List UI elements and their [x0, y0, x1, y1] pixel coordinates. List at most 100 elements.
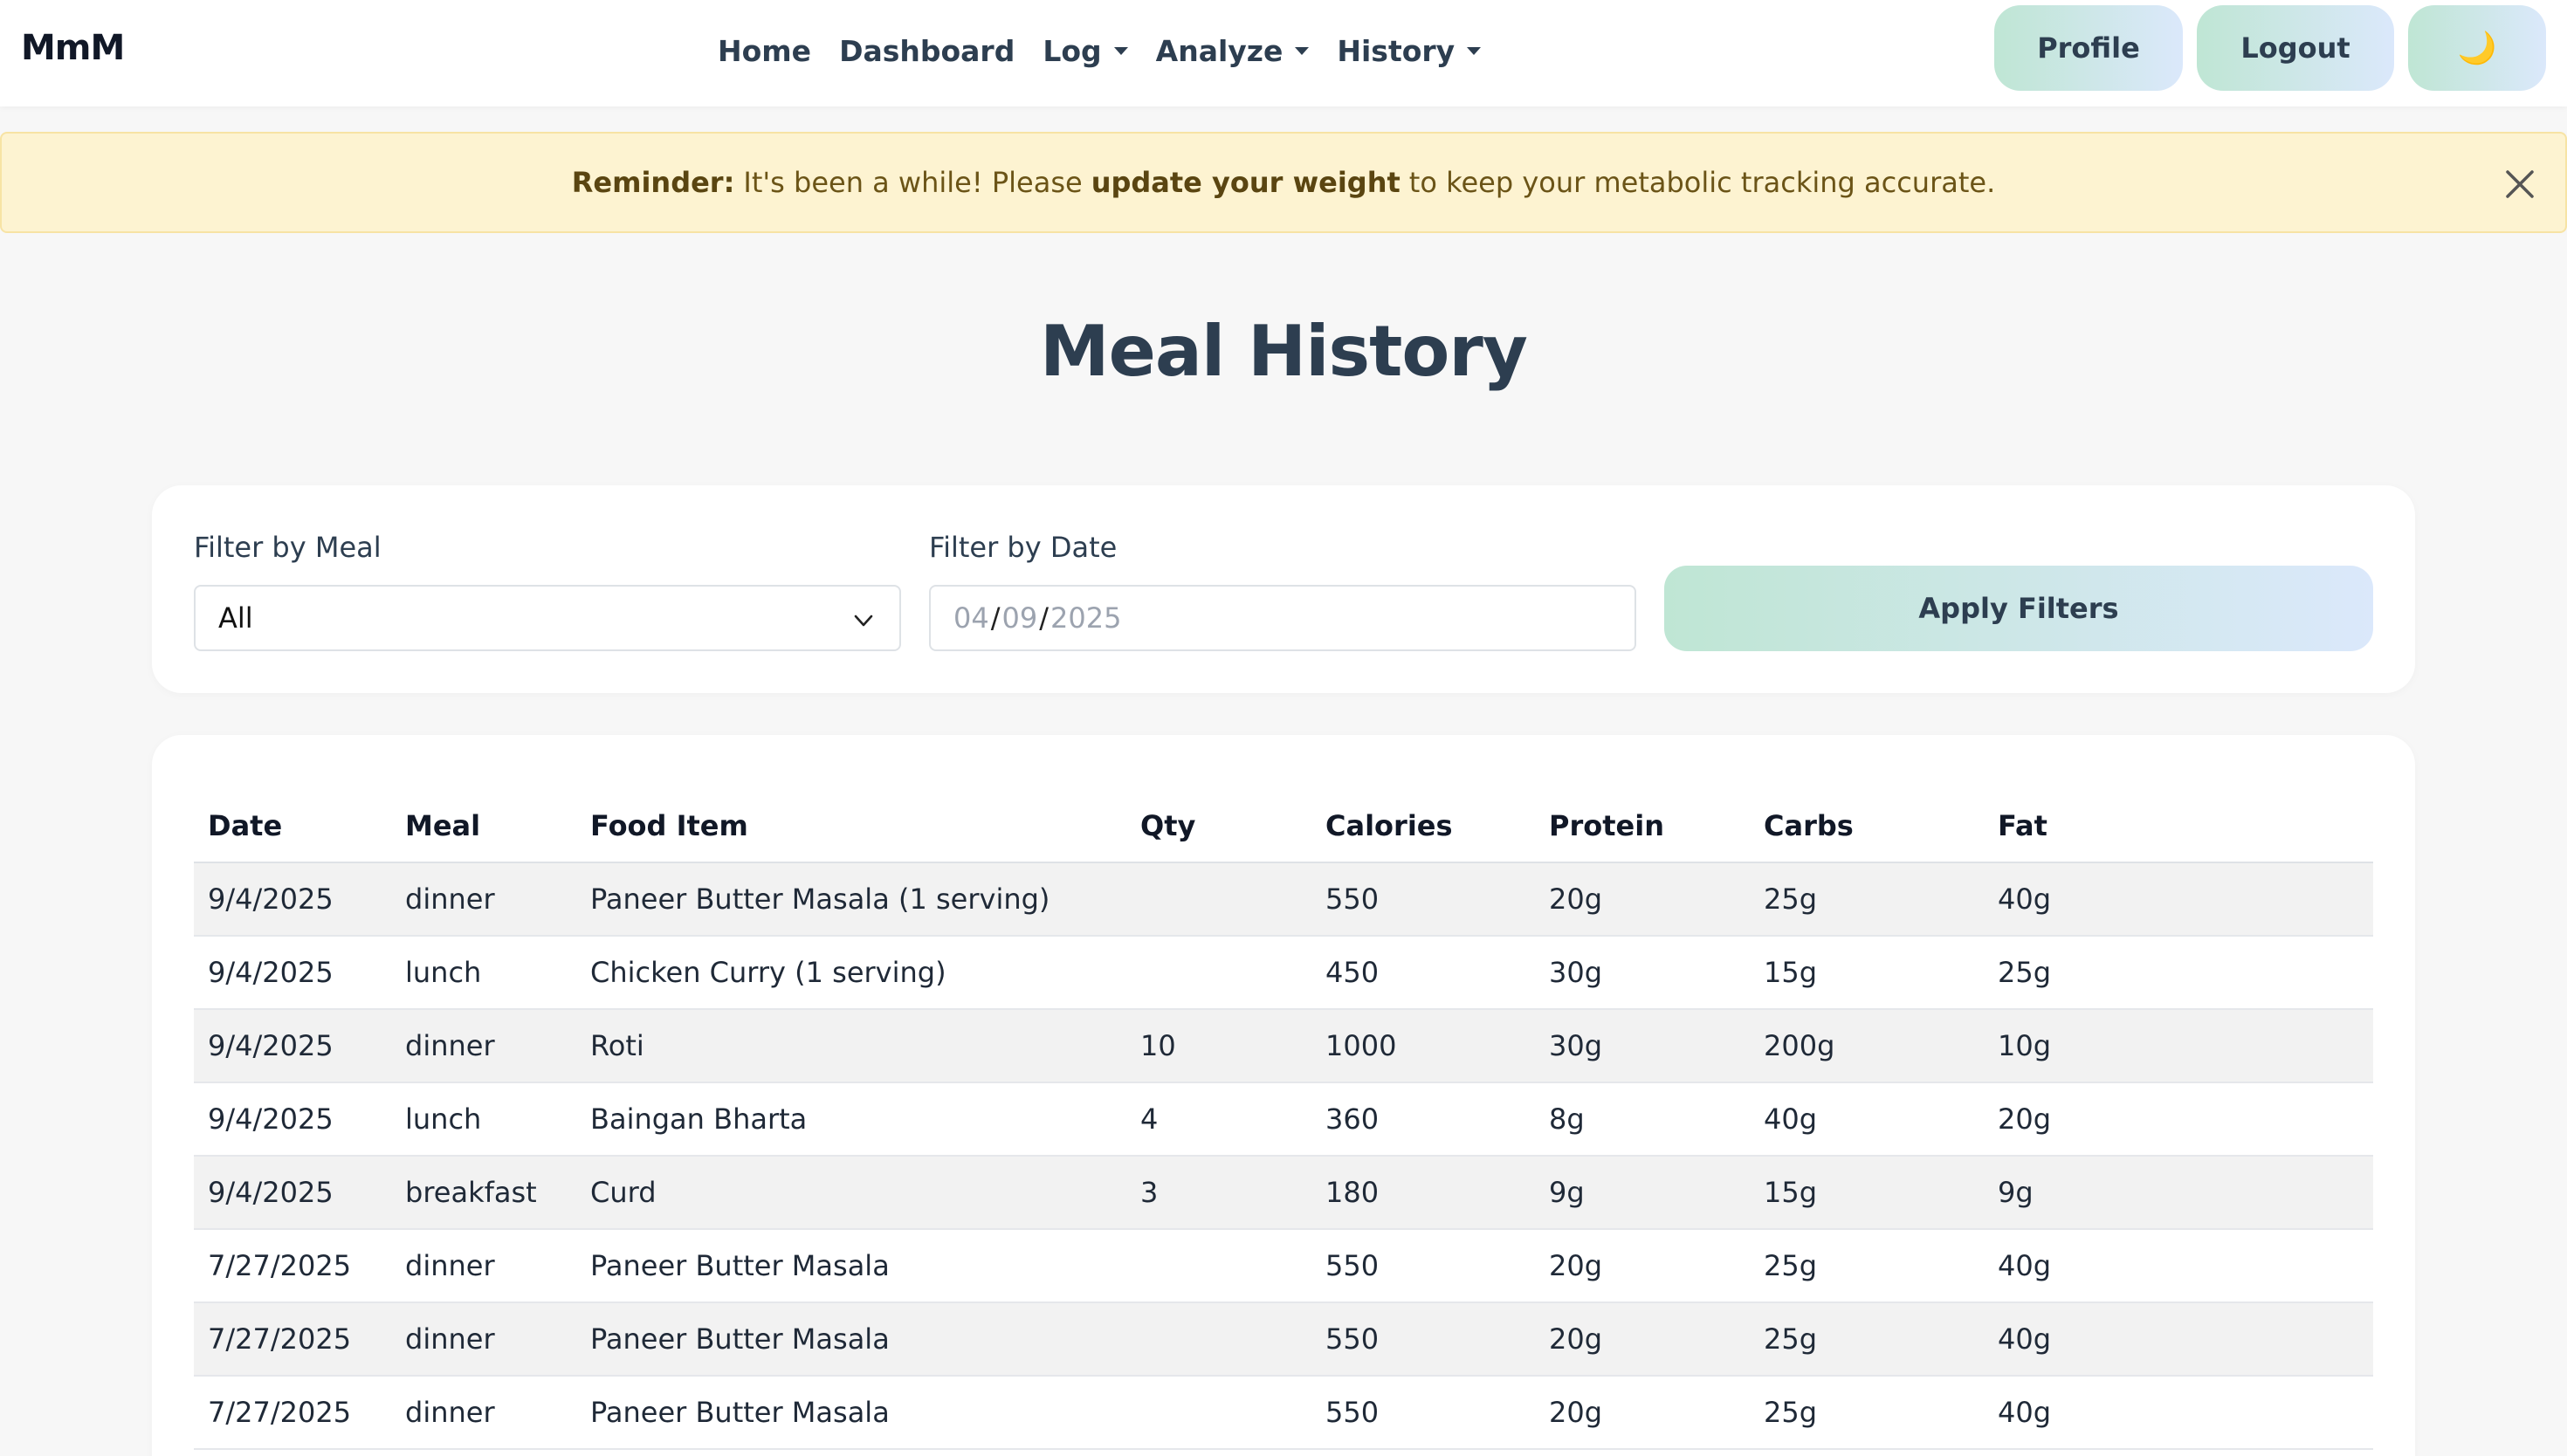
cell-fat: 40g	[1984, 1302, 2373, 1377]
logout-button[interactable]: Logout	[2197, 5, 2394, 91]
filter-card: Filter by Meal All Filter by Date 04/09/…	[152, 485, 2415, 693]
caret-down-icon	[1113, 46, 1128, 55]
weight-reminder-alert: Reminder: It's been a while! Please update…	[0, 132, 2567, 233]
cell-meal: dinner	[391, 862, 576, 937]
close-icon[interactable]	[2502, 167, 2537, 202]
alert-message: Reminder: It's been a while! Please update…	[572, 166, 1996, 199]
cell-fat: 20g	[1984, 1082, 2373, 1157]
nav-log-dropdown[interactable]: Log	[1043, 34, 1128, 68]
cell-food-item: Paneer Butter Masala	[576, 1376, 1126, 1450]
column-header-qty: Qty	[1126, 789, 1311, 863]
cell-qty	[1126, 862, 1311, 937]
nav-dashboard[interactable]: Dashboard	[839, 34, 1015, 68]
cell-date: 7/27/2025	[194, 1376, 391, 1450]
cell-fat: 25g	[1984, 936, 2373, 1010]
cell-date: 7/27/2025	[194, 1302, 391, 1377]
cell-meal: dinner	[391, 1302, 576, 1377]
cell-calories: 550	[1311, 1376, 1535, 1450]
date-month[interactable]: 04	[953, 601, 989, 635]
cell-protein: 8g	[1535, 1082, 1750, 1157]
cell-meal: dinner	[391, 1009, 576, 1083]
cell-carbs: 15g	[1750, 936, 1984, 1010]
table-header-row: Date Meal Food Item Qty Calories Protein Carbs…	[194, 789, 2373, 863]
cell-calories: 360	[1311, 1082, 1535, 1157]
cell-calories: 550	[1311, 862, 1535, 937]
cell-carbs: 40g	[1750, 1082, 1984, 1157]
cell-protein: 20g	[1535, 1229, 1750, 1303]
date-year[interactable]: 2025	[1050, 601, 1121, 635]
cell-calories: 1000	[1311, 1009, 1535, 1083]
cell-protein: 20g	[1535, 1376, 1750, 1450]
cell-qty	[1126, 1302, 1311, 1377]
table-row: 9/4/2025 dinner Roti 10 1000 30g 200g 10g	[194, 1009, 2373, 1083]
cell-food-item: Chicken Curry (1 serving)	[576, 936, 1126, 1010]
cell-date: 9/4/2025	[194, 1156, 391, 1230]
apply-filters-button[interactable]: Apply Filters	[1664, 566, 2373, 651]
nav-links: Home Dashboard Log Analyze History	[718, 26, 1482, 75]
cell-calories: 450	[1311, 936, 1535, 1010]
cell-protein: 20g	[1535, 862, 1750, 937]
cell-date: 7/27/2025	[194, 1229, 391, 1303]
cell-fat: 40g	[1984, 1229, 2373, 1303]
nav-history-dropdown[interactable]: History	[1337, 33, 1482, 68]
cell-meal: lunch	[391, 1082, 576, 1157]
table-row: 9/4/2025 dinner Paneer Butter Masala (1 se…	[194, 862, 2373, 937]
cell-meal: lunch	[391, 936, 576, 1010]
nav-history-label: History	[1337, 33, 1456, 68]
nav-dashboard-label: Dashboard	[839, 33, 1015, 68]
column-header-date: Date	[194, 789, 391, 863]
table-header: Date Meal Food Item Qty Calories Protein Carbs…	[194, 789, 2373, 863]
meal-history-table: Date Meal Food Item Qty Calories Protein Carbs…	[194, 789, 2373, 1450]
cell-fat: 9g	[1984, 1156, 2373, 1230]
cell-meal: breakfast	[391, 1156, 576, 1230]
cell-carbs: 200g	[1750, 1009, 1984, 1083]
caret-down-icon	[1467, 46, 1482, 55]
alert-strong-prefix: Reminder:	[571, 166, 735, 199]
meal-filter-label: Filter by Meal	[194, 531, 382, 564]
cell-food-item: Curd	[576, 1156, 1126, 1230]
cell-carbs: 15g	[1750, 1156, 1984, 1230]
date-filter-input[interactable]: 04/09/2025	[929, 585, 1636, 651]
column-header-food-item: Food Item	[576, 789, 1126, 863]
alert-strong-middle[interactable]: update your weight	[1091, 166, 1400, 199]
cell-food-item: Paneer Butter Masala	[576, 1229, 1126, 1303]
cell-date: 9/4/2025	[194, 1082, 391, 1157]
cell-carbs: 25g	[1750, 1229, 1984, 1303]
meal-filter-value: All	[218, 601, 253, 635]
chevron-down-icon	[854, 615, 873, 627]
date-day[interactable]: 09	[1002, 601, 1038, 635]
cell-fat: 10g	[1984, 1009, 2373, 1083]
table-row: 7/27/2025 dinner Paneer Butter Masala 550 20…	[194, 1376, 2373, 1450]
navbar: MmM Home Dashboard Log Analyze History P…	[0, 0, 2567, 106]
cell-date: 9/4/2025	[194, 936, 391, 1010]
cell-meal: dinner	[391, 1229, 576, 1303]
table-row: 9/4/2025 breakfast Curd 3 180 9g 15g 9g	[194, 1156, 2373, 1230]
cell-meal: dinner	[391, 1376, 576, 1450]
cell-qty: 3	[1126, 1156, 1311, 1230]
date-filter-label: Filter by Date	[929, 531, 1118, 564]
cell-qty	[1126, 1376, 1311, 1450]
theme-toggle-button[interactable]: 🌙	[2408, 5, 2546, 91]
cell-food-item: Paneer Butter Masala (1 serving)	[576, 862, 1126, 937]
page-title: Meal History	[1040, 311, 1528, 392]
cell-date: 9/4/2025	[194, 1009, 391, 1083]
brand-logo[interactable]: MmM	[21, 28, 125, 68]
profile-button[interactable]: Profile	[1994, 5, 2183, 91]
cell-qty	[1126, 936, 1311, 1010]
nav-actions: Profile Logout 🌙	[1994, 5, 2546, 91]
meal-filter-select[interactable]: All	[194, 585, 901, 651]
nav-analyze-dropdown[interactable]: Analyze	[1156, 34, 1310, 68]
cell-calories: 180	[1311, 1156, 1535, 1230]
moon-icon: 🌙	[2457, 31, 2497, 66]
column-header-carbs: Carbs	[1750, 789, 1984, 863]
caret-down-icon	[1295, 46, 1310, 55]
meal-history-card: Date Meal Food Item Qty Calories Protein Carbs…	[152, 735, 2415, 1456]
column-header-calories: Calories	[1311, 789, 1535, 863]
nav-home[interactable]: Home	[718, 34, 811, 68]
nav-analyze-label: Analyze	[1155, 33, 1284, 68]
cell-protein: 9g	[1535, 1156, 1750, 1230]
cell-protein: 30g	[1535, 936, 1750, 1010]
cell-carbs: 25g	[1750, 1376, 1984, 1450]
table-row: 9/4/2025 lunch Chicken Curry (1 serving) 45…	[194, 936, 2373, 1010]
column-header-protein: Protein	[1535, 789, 1750, 863]
